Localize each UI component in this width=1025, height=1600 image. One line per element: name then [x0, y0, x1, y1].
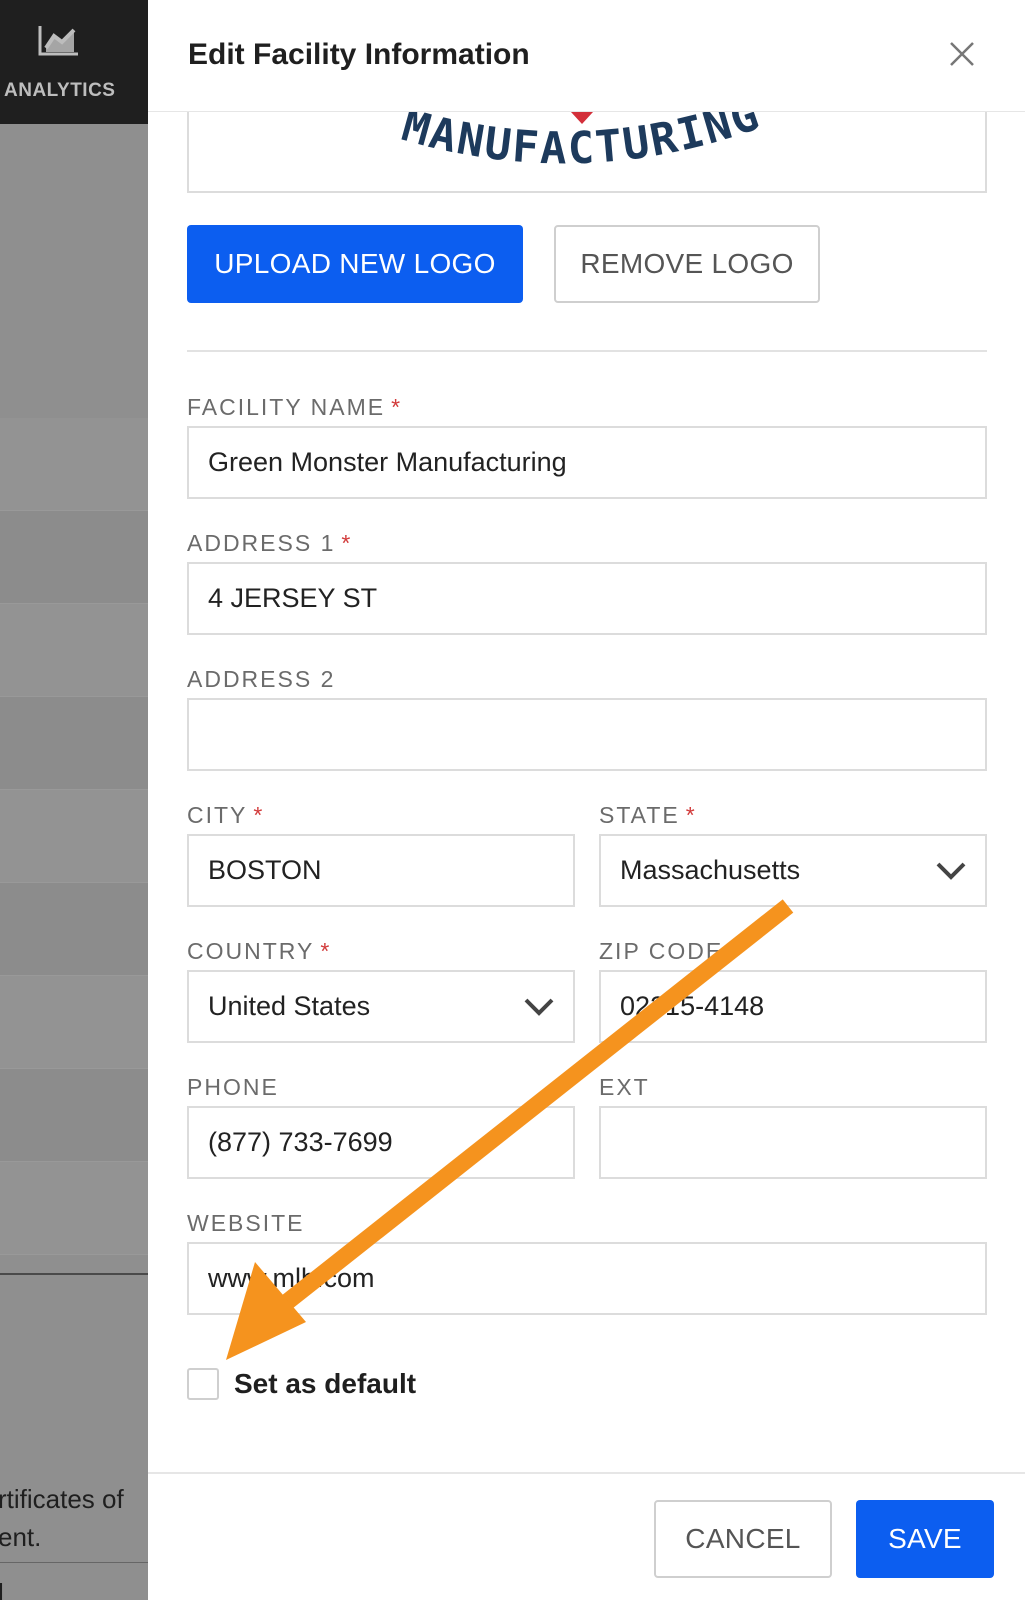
ext-input[interactable]: [599, 1106, 987, 1179]
ext-label: EXT: [599, 1074, 650, 1100]
required-marker: *: [391, 394, 403, 420]
background-row: [0, 418, 148, 511]
zip-input[interactable]: 02215-4148: [599, 970, 987, 1043]
background-divider: [0, 1273, 148, 1275]
state-select-value: Massachusetts: [620, 855, 801, 885]
website-label: WEBSITE: [187, 1210, 305, 1236]
section-divider: [187, 350, 987, 352]
analytics-chart-icon: [38, 26, 78, 56]
nav-analytics-label: ANALYTICS: [4, 80, 116, 101]
set-default-checkbox[interactable]: [187, 1368, 219, 1400]
facility-name-input[interactable]: Green Monster Manufacturing: [187, 426, 987, 499]
background-text: ent.: [0, 1522, 42, 1552]
background-text: rtificates of: [0, 1484, 124, 1514]
edit-facility-modal: MANUFACTURING Edit Facility Information …: [148, 0, 1025, 1600]
required-marker: *: [685, 802, 697, 828]
background-row: [0, 1162, 148, 1255]
chevron-down-icon: [936, 862, 966, 880]
state-select[interactable]: Massachusetts: [599, 834, 987, 907]
address1-input[interactable]: 4 JERSEY ST: [187, 562, 987, 635]
phone-input[interactable]: (877) 733-7699: [187, 1106, 575, 1179]
modal-header: Edit Facility Information: [148, 0, 1025, 112]
website-input[interactable]: www.mlb.com: [187, 1242, 987, 1315]
address2-label: ADDRESS 2: [187, 666, 336, 692]
city-label: CITY *: [187, 802, 265, 828]
background-divider: [0, 1562, 148, 1563]
background-row: [0, 511, 148, 604]
state-label: STATE *: [599, 802, 697, 828]
required-marker: *: [341, 530, 353, 556]
city-input[interactable]: BOSTON: [187, 834, 575, 907]
logo-preview: MANUFACTURING: [187, 110, 987, 193]
background-text: l: [0, 1578, 4, 1600]
cancel-button[interactable]: CANCEL: [654, 1500, 832, 1578]
modal-footer: CANCEL SAVE: [148, 1472, 1025, 1600]
chevron-down-icon: [524, 998, 554, 1016]
required-marker: *: [729, 938, 741, 964]
close-icon[interactable]: [948, 40, 976, 68]
background-row: [0, 790, 148, 883]
address2-input[interactable]: [187, 698, 987, 771]
phone-label: PHONE: [187, 1074, 279, 1100]
facility-name-label: FACILITY NAME *: [187, 394, 403, 420]
zip-label: ZIP CODE *: [599, 938, 741, 964]
save-button[interactable]: SAVE: [856, 1500, 994, 1578]
background-row: [0, 976, 148, 1069]
remove-logo-button[interactable]: REMOVE LOGO: [554, 225, 820, 303]
background-app: ANALYTICS rtificates of ent. l: [0, 0, 148, 1600]
required-marker: *: [320, 938, 332, 964]
country-select-value: United States: [208, 991, 371, 1021]
background-row: [0, 697, 148, 790]
upload-new-logo-button[interactable]: UPLOAD NEW LOGO: [187, 225, 523, 303]
facility-logo: MANUFACTURING: [397, 110, 765, 174]
background-rows: [0, 418, 148, 1255]
country-label: COUNTRY *: [187, 938, 332, 964]
set-default-label[interactable]: Set as default: [234, 1368, 416, 1400]
required-marker: *: [253, 802, 265, 828]
background-row: [0, 1069, 148, 1162]
background-row: [0, 883, 148, 976]
address1-label: ADDRESS 1 *: [187, 530, 353, 556]
modal-title: Edit Facility Information: [188, 38, 530, 71]
country-select[interactable]: United States: [187, 970, 575, 1043]
nav-analytics[interactable]: ANALYTICS: [0, 0, 148, 124]
background-row: [0, 604, 148, 697]
